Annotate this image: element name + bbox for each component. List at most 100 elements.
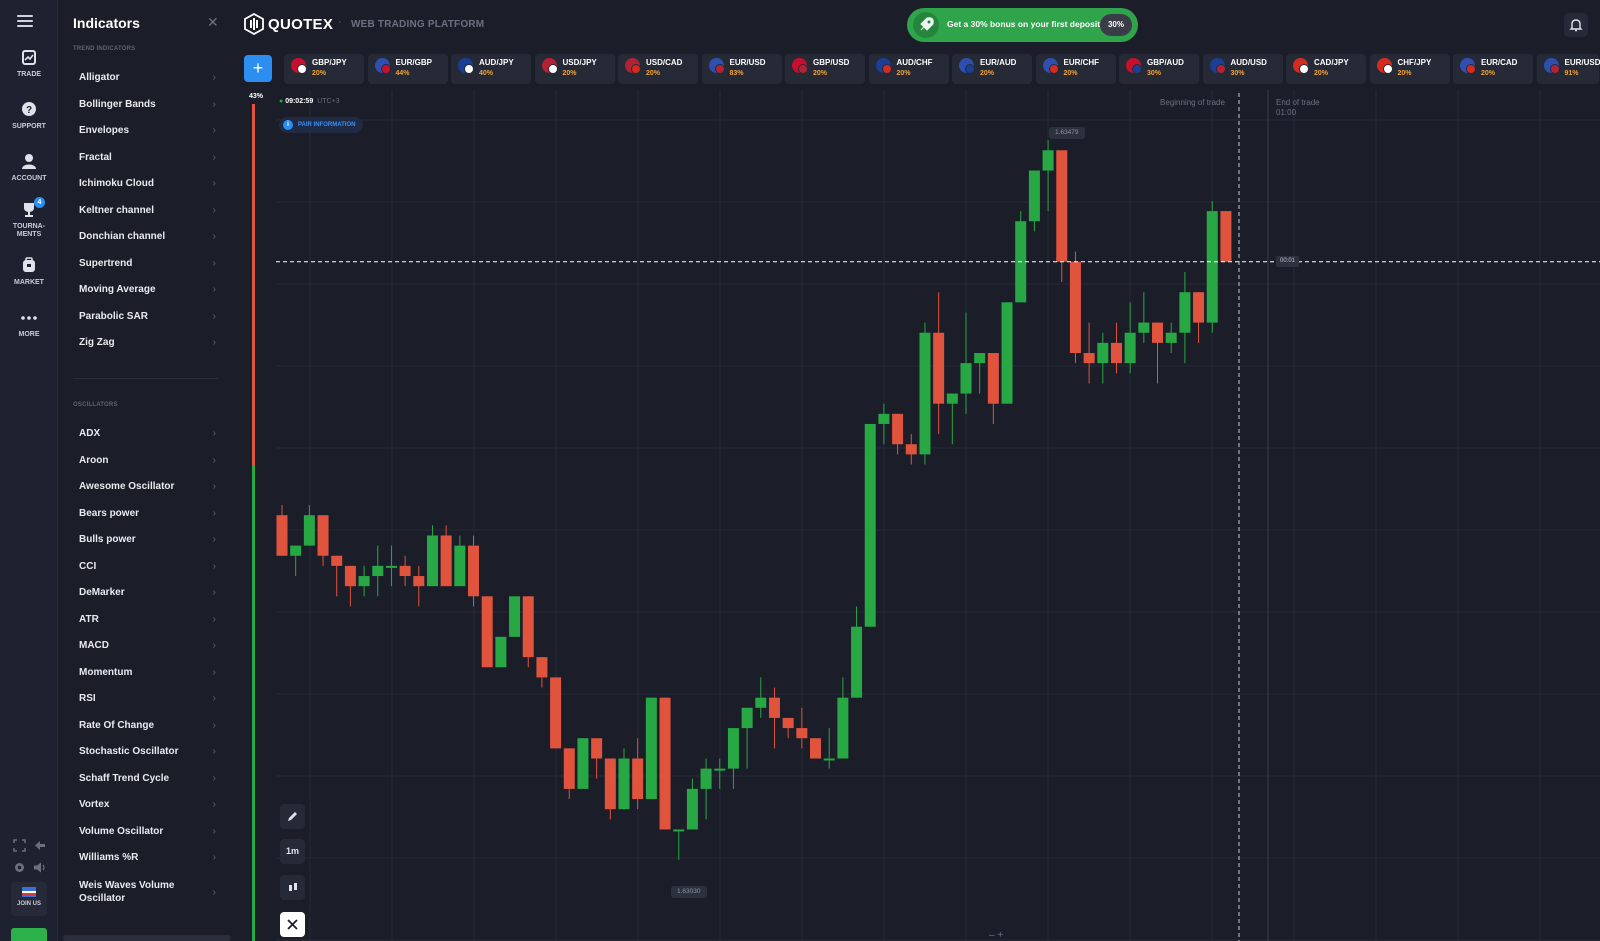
indicator-item[interactable]: Stochastic Oscillator › bbox=[73, 743, 218, 761]
candle-body bbox=[1179, 292, 1191, 333]
add-pair-button[interactable]: + bbox=[244, 55, 272, 82]
section-title-oscillators: OSCILLATORS bbox=[73, 402, 118, 408]
pair-tab[interactable]: CHF/JPY 20% bbox=[1369, 54, 1450, 84]
candle-body bbox=[331, 555, 343, 566]
indicator-item[interactable]: Rate Of Change › bbox=[73, 717, 218, 735]
chevron-right-icon: › bbox=[212, 587, 216, 598]
settings-icon[interactable] bbox=[13, 861, 26, 874]
currency-flag-icon bbox=[547, 64, 558, 74]
nav-account[interactable]: ACCOUNT bbox=[0, 152, 58, 183]
indicator-item[interactable]: Fractal › bbox=[73, 149, 218, 167]
indicator-item[interactable]: Bears power › bbox=[73, 505, 218, 523]
currency-flag-icon bbox=[297, 64, 307, 74]
candle-body bbox=[782, 717, 794, 729]
timeframe-button[interactable]: 1m bbox=[280, 839, 305, 864]
pair-tab[interactable]: AUD/USD 30% bbox=[1202, 54, 1283, 84]
indicator-item[interactable]: CCI › bbox=[73, 558, 218, 576]
candles-icon bbox=[289, 883, 297, 891]
sound-icon[interactable] bbox=[33, 861, 46, 874]
pair-tab[interactable]: EUR/CAD 20% bbox=[1453, 54, 1533, 84]
draw-tool-button[interactable] bbox=[280, 804, 305, 829]
back-arrow-icon[interactable] bbox=[33, 839, 46, 852]
pair-tab[interactable]: GBP/AUD 30% bbox=[1119, 54, 1199, 84]
pair-information-button[interactable]: i PAIR INFORMATION bbox=[279, 117, 364, 133]
zoom-controls[interactable]: – + bbox=[989, 930, 1003, 941]
indicator-item[interactable]: Ichimoku Cloud › bbox=[73, 175, 218, 193]
indicator-label: Momentum bbox=[79, 666, 133, 678]
close-icon[interactable]: ✕ bbox=[207, 14, 219, 31]
join-us-button[interactable]: JOIN US bbox=[11, 882, 47, 916]
nav-support-label: SUPPORT bbox=[12, 123, 46, 130]
pair-name: EUR/USD bbox=[729, 58, 766, 67]
indicator-item[interactable]: Schaff Trend Cycle › bbox=[73, 770, 218, 788]
menu-icon[interactable] bbox=[17, 15, 33, 27]
pair-tab[interactable]: USD/CAD 20% bbox=[618, 54, 698, 84]
chart-type-button[interactable] bbox=[280, 875, 305, 900]
expiry-timer: 00:01 bbox=[1276, 256, 1300, 267]
pair-tab[interactable]: EUR/CHF 20% bbox=[1035, 54, 1116, 84]
indicator-item[interactable]: Supertrend › bbox=[73, 255, 218, 273]
dots-icon bbox=[21, 316, 37, 320]
indicator-item[interactable]: Parabolic SAR › bbox=[73, 308, 218, 326]
bonus-banner[interactable]: Get a 30% bonus on your first deposit 30… bbox=[907, 8, 1138, 42]
indicator-label: Moving Average bbox=[79, 284, 156, 295]
indicator-item[interactable]: ATR › bbox=[73, 611, 218, 629]
indicator-item[interactable]: RSI › bbox=[73, 690, 218, 708]
chevron-right-icon: › bbox=[212, 98, 216, 110]
notifications-button[interactable] bbox=[1564, 13, 1588, 37]
chart-area[interactable] bbox=[252, 90, 1600, 941]
candle-body bbox=[645, 697, 657, 800]
indicator-item[interactable]: ADX › bbox=[73, 425, 218, 443]
pair-tab[interactable]: EUR/GBP 44% bbox=[367, 54, 448, 84]
online-status-button[interactable] bbox=[11, 928, 47, 941]
nav-market[interactable]: MARKET bbox=[0, 256, 58, 287]
pair-tab[interactable]: EUR/AUD 20% bbox=[952, 54, 1032, 84]
indicator-label: Aroon bbox=[79, 454, 109, 466]
indicator-item[interactable]: Envelopes › bbox=[73, 122, 218, 140]
indicator-label: Weis Waves Volume Oscillator bbox=[79, 880, 175, 904]
candle-body bbox=[1193, 292, 1205, 323]
indicator-item[interactable]: Keltner channel › bbox=[73, 202, 218, 220]
indicator-item[interactable]: Bulls power › bbox=[73, 531, 218, 549]
pair-payout: 20% bbox=[980, 70, 995, 77]
candlestick-chart[interactable] bbox=[252, 90, 1600, 941]
candle-body bbox=[1056, 150, 1068, 262]
pair-name: GBP/AUD bbox=[1147, 58, 1184, 67]
pair-name: USD/JPY bbox=[562, 58, 597, 67]
candle-body bbox=[290, 545, 302, 556]
pair-tab[interactable]: USD/JPY 20% bbox=[534, 54, 615, 84]
indicator-item[interactable]: DeMarker › bbox=[73, 584, 218, 602]
indicator-item[interactable]: Williams %R › bbox=[73, 849, 218, 867]
pair-tab[interactable]: AUD/CHF 20% bbox=[868, 54, 949, 84]
indicator-item[interactable]: Bollinger Bands › bbox=[73, 96, 218, 114]
time-value: 09:02:59 bbox=[285, 98, 314, 105]
indicator-item[interactable]: Momentum › bbox=[73, 664, 218, 682]
pair-tab[interactable]: EUR/USD 83% bbox=[701, 54, 782, 84]
candle-body bbox=[372, 565, 384, 577]
divider bbox=[73, 378, 218, 379]
nav-support[interactable]: ? SUPPORT bbox=[0, 100, 58, 131]
indicator-item[interactable]: Volume Oscillator › bbox=[73, 823, 218, 841]
indicator-item[interactable]: Weis Waves Volume Oscillator › bbox=[73, 879, 218, 907]
pair-tab[interactable]: CAD/JPY 20% bbox=[1286, 54, 1366, 84]
indicators-tool-button[interactable] bbox=[280, 912, 305, 937]
indicator-item[interactable]: Donchian channel › bbox=[73, 228, 218, 246]
indicator-item[interactable]: Zig Zag › bbox=[73, 334, 218, 352]
brand-name[interactable]: QUOTEX bbox=[268, 16, 333, 33]
pair-tab[interactable]: AUD/JPY 40% bbox=[451, 54, 531, 84]
panel-scrollbar[interactable] bbox=[63, 935, 231, 941]
pair-tab[interactable]: GBP/JPY 20% bbox=[284, 54, 364, 84]
nav-trade[interactable]: TRADE bbox=[0, 48, 58, 79]
indicator-item[interactable]: Moving Average › bbox=[73, 281, 218, 299]
fullscreen-icon[interactable] bbox=[13, 839, 26, 852]
indicator-item[interactable]: Awesome Oscillator › bbox=[73, 478, 218, 496]
pair-tab[interactable]: GBP/USD 20% bbox=[785, 54, 865, 84]
nav-more[interactable]: MORE bbox=[0, 308, 58, 339]
nav-tournaments[interactable]: 4 TOURNA- MENTS bbox=[0, 197, 58, 239]
quotex-logo-icon[interactable] bbox=[243, 13, 265, 35]
indicator-item[interactable]: Alligator › bbox=[73, 69, 218, 87]
indicator-item[interactable]: Vortex › bbox=[73, 796, 218, 814]
indicator-item[interactable]: Aroon › bbox=[73, 452, 218, 470]
indicator-item[interactable]: MACD › bbox=[73, 637, 218, 655]
pair-tab[interactable]: EUR/USD 91% bbox=[1536, 54, 1600, 84]
